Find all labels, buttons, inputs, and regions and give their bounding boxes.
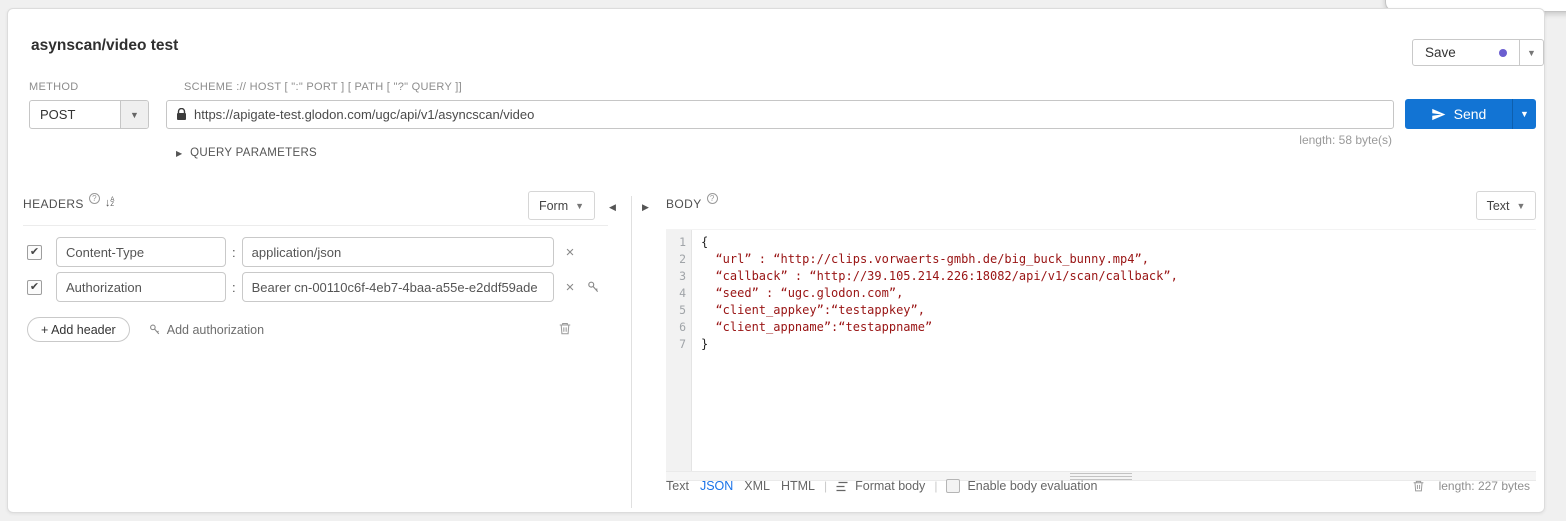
header-name-input[interactable]	[56, 237, 226, 267]
header-enabled-checkbox[interactable]	[27, 280, 42, 295]
sort-az-icon[interactable]: ↓AZ	[105, 198, 115, 208]
format-tab-html[interactable]: HTML	[781, 479, 815, 493]
headers-view-mode-value: Form	[539, 199, 568, 213]
format-tabs: Text JSON XML HTML	[666, 479, 815, 493]
trash-icon[interactable]	[1412, 479, 1425, 493]
query-parameters-label: QUERY PARAMETERS	[190, 147, 317, 159]
headers-view-mode-dropdown[interactable]: Form ▼	[528, 191, 595, 220]
help-icon[interactable]: ?	[707, 193, 718, 204]
help-icon[interactable]: ?	[89, 193, 100, 204]
headers-title: HEADERS	[23, 197, 84, 211]
key-icon[interactable]	[586, 280, 600, 294]
header-enabled-checkbox[interactable]	[27, 245, 42, 260]
format-tab-text[interactable]: Text	[666, 479, 689, 493]
header-row: : ×	[23, 272, 600, 302]
remove-header-icon[interactable]: ×	[566, 244, 575, 261]
align-lines-icon	[836, 481, 849, 492]
url-input-box	[166, 100, 1394, 129]
code-line: “url” : “http://clips.vorwaerts-gmbh.de/…	[701, 251, 1536, 268]
body-editor[interactable]: 1234567 { “url” : “http://clips.vorwaert…	[666, 229, 1536, 471]
format-body-label: Format body	[855, 479, 925, 493]
url-input[interactable]	[194, 107, 1384, 122]
header-name-input[interactable]	[56, 272, 226, 302]
body-footer-right: length: 227 bytes	[1412, 479, 1530, 493]
save-button[interactable]: Save	[1413, 40, 1519, 65]
chevron-down-icon: ▼	[1520, 109, 1529, 119]
chevron-down-icon: ▼	[1527, 48, 1536, 58]
paper-plane-icon	[1431, 107, 1446, 122]
format-body-button[interactable]: Format body	[836, 479, 925, 493]
code-line: }	[701, 336, 1536, 353]
header-value-input[interactable]	[242, 237, 554, 267]
send-button-group: Send ▼	[1405, 99, 1536, 129]
panel-divider	[631, 196, 632, 508]
footer-separator: |	[934, 479, 937, 493]
query-parameters-toggle[interactable]: ▶ QUERY PARAMETERS	[176, 147, 317, 159]
remove-header-icon[interactable]: ×	[566, 279, 575, 296]
send-dropdown-button[interactable]: ▼	[1512, 99, 1536, 129]
headers-actions-row: + Add header Add authorization	[27, 317, 264, 342]
save-button-group: Save ▼	[1412, 39, 1544, 66]
chevron-down-icon: ▼	[1517, 201, 1526, 211]
collapse-left-icon[interactable]: ◀	[609, 202, 616, 213]
code-line: “seed” : “ugc.glodon.com”,	[701, 285, 1536, 302]
enable-evaluation-label: Enable body evaluation	[967, 479, 1097, 493]
headers-section-header: HEADERS ? ↓AZ	[23, 197, 114, 211]
format-tab-json[interactable]: JSON	[700, 479, 733, 493]
add-header-button[interactable]: + Add header	[27, 317, 130, 342]
colon-separator: :	[232, 280, 236, 295]
send-button[interactable]: Send	[1405, 99, 1512, 129]
collapse-right-icon[interactable]: ▶	[642, 202, 649, 213]
body-view-mode-dropdown[interactable]: Text ▼	[1476, 191, 1536, 220]
trash-icon[interactable]	[558, 321, 572, 336]
add-authorization-label: Add authorization	[167, 323, 264, 337]
header-row: : ×	[23, 237, 574, 267]
chevron-down-icon: ▼	[120, 101, 148, 128]
chevron-down-icon: ▼	[575, 201, 584, 211]
unsaved-changes-dot	[1499, 49, 1507, 57]
lock-icon	[176, 108, 187, 121]
send-button-label: Send	[1454, 106, 1487, 122]
code-line: “callback” : “http://39.105.214.226:1808…	[701, 268, 1536, 285]
format-tab-xml[interactable]: XML	[744, 479, 770, 493]
header-value-input[interactable]	[242, 272, 554, 302]
url-byte-length: length: 58 byte(s)	[1299, 133, 1392, 147]
code-line: “client_appname”:“testappname”	[701, 319, 1536, 336]
method-value: POST	[30, 101, 120, 128]
page-title: asynscan/video test	[31, 37, 178, 55]
code-line: {	[701, 234, 1536, 251]
gutter: 1234567	[666, 230, 692, 471]
body-title: BODY	[666, 197, 702, 211]
body-footer-bar: Text JSON XML HTML | Format body | Enable b…	[666, 479, 1097, 493]
method-select[interactable]: POST ▼	[29, 100, 149, 129]
save-button-label: Save	[1425, 45, 1456, 60]
body-byte-length: length: 227 bytes	[1439, 479, 1530, 493]
code-line: “client_appkey”:“testappkey”,	[701, 302, 1536, 319]
headers-divider	[23, 225, 608, 226]
request-card: asynscan/video test Save ▼ METHOD SCHEME…	[7, 8, 1545, 513]
body-view-mode-value: Text	[1487, 199, 1510, 213]
chevron-right-icon: ▶	[176, 149, 182, 158]
colon-separator: :	[232, 245, 236, 260]
key-icon	[148, 323, 161, 336]
save-dropdown-button[interactable]: ▼	[1519, 40, 1543, 65]
method-label: METHOD	[29, 81, 78, 93]
enable-evaluation-checkbox[interactable]	[946, 479, 960, 493]
body-section-header: BODY ?	[666, 197, 718, 211]
add-authorization-link[interactable]: Add authorization	[148, 323, 264, 337]
enable-evaluation-control: Enable body evaluation	[946, 479, 1097, 493]
footer-separator: |	[824, 479, 827, 493]
scheme-label: SCHEME :// HOST [ ":" PORT ] [ PATH [ "?…	[184, 81, 462, 93]
code-lines[interactable]: { “url” : “http://clips.vorwaerts-gmbh.d…	[692, 230, 1536, 471]
